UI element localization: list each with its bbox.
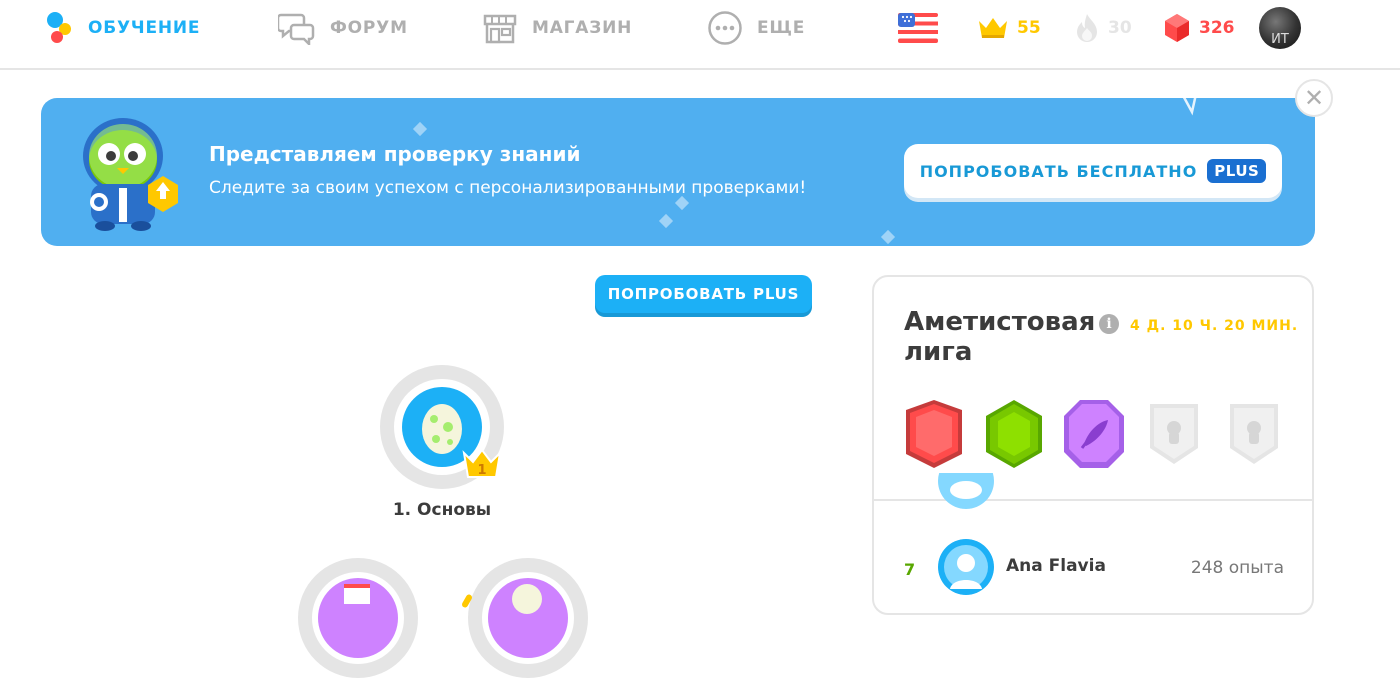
league-badge-ruby-icon: [906, 400, 962, 468]
try-free-label: ПОПРОБОВАТЬ БЕСПЛАТНО: [919, 161, 1198, 181]
chat-bubbles-icon: [278, 13, 315, 45]
leaderboard-rank: 7: [904, 560, 916, 579]
sparkle-decoration: [460, 593, 474, 609]
crowns-counter[interactable]: 55: [977, 12, 1041, 44]
leaderboard-avatar-partial: [938, 473, 994, 517]
try-plus-button[interactable]: ПОПРОБОВАТЬ PLUS: [595, 275, 812, 313]
nav-learn-label: ОБУЧЕНИЕ: [88, 18, 201, 38]
leaderboard-xp: 248 опыта: [1190, 558, 1284, 578]
ribbon-decoration-icon: [1178, 89, 1198, 116]
sparkle-decoration: [880, 229, 896, 245]
crown-level-icon: 1: [462, 448, 502, 478]
skill-basics[interactable]: 1: [380, 365, 504, 489]
league-badge-emerald-icon: [986, 400, 1042, 468]
promo-banner: Представляем проверку знаний Следите за …: [41, 98, 1315, 246]
sparkle-decoration: [658, 213, 674, 229]
more-dots-icon: [708, 11, 742, 45]
avatar-silhouette: [950, 481, 982, 499]
skill-icon: [344, 584, 370, 604]
nav-forum-label: ФОРУМ: [330, 18, 408, 38]
plus-badge: PLUS: [1207, 159, 1267, 183]
league-badge-amethyst-icon: [1064, 400, 1124, 468]
owl-mascot-icon: [83, 118, 178, 231]
try-plus-label: ПОПРОБОВАТЬ PLUS: [607, 285, 800, 303]
skill-next[interactable]: [298, 558, 418, 678]
avatar-initials: ИТ: [1271, 32, 1289, 47]
crown-level: 1: [477, 463, 486, 478]
skill-next[interactable]: [460, 558, 588, 678]
top-nav-bar: ОБУЧЕНИЕ ФОРУМ МАГАЗИН ЕЩЕ 55 30 326 ИТ: [0, 0, 1400, 70]
skill-label: 1. Основы: [392, 500, 492, 520]
gem-icon: [1165, 14, 1189, 42]
shop-icon: [483, 14, 517, 44]
banner-title: Представляем проверку знаний: [209, 142, 581, 166]
info-icon[interactable]: i: [1099, 314, 1119, 334]
sparkle-decoration: [412, 121, 428, 137]
crowns-count: 55: [1017, 18, 1041, 38]
streak-counter[interactable]: 30: [1074, 12, 1132, 44]
leaderboard-avatar[interactable]: [938, 539, 994, 595]
nav-learn[interactable]: ОБУЧЕНИЕ: [44, 0, 200, 56]
us-flag-icon: [898, 13, 938, 43]
flame-icon: [1077, 14, 1097, 42]
leaderboard-name[interactable]: Ana Flavia: [1006, 556, 1106, 576]
crown-icon: [979, 18, 1007, 38]
gems-count: 326: [1199, 18, 1235, 38]
try-free-plus-button[interactable]: ПОПРОБОВАТЬ БЕСПЛАТНО PLUS: [904, 144, 1282, 198]
nav-shop-label: МАГАЗИН: [532, 18, 633, 38]
nav-more-label: ЕЩЕ: [757, 18, 806, 38]
nav-more[interactable]: ЕЩЕ: [707, 0, 805, 56]
language-selector[interactable]: [898, 12, 938, 44]
banner-subtitle: Следите за своим успехом с персонализиро…: [209, 178, 807, 198]
learn-icon: [47, 12, 71, 43]
user-silhouette-icon: [938, 539, 994, 595]
close-icon: ✕: [1303, 84, 1325, 112]
league-title: Аметистовая лига: [904, 307, 1096, 367]
streak-count: 30: [1108, 18, 1132, 38]
profile-avatar[interactable]: ИТ: [1259, 7, 1301, 49]
nav-forum[interactable]: ФОРУМ: [278, 0, 408, 56]
gems-counter[interactable]: 326: [1163, 12, 1235, 44]
sparkle-decoration: [674, 195, 690, 211]
league-timer: 4 Д. 10 Ч. 20 МИН.: [1130, 318, 1299, 334]
close-banner-button[interactable]: ✕: [1295, 79, 1333, 117]
league-badge-locked-icon: [1230, 404, 1278, 464]
league-panel: Аметистовая лига i 4 Д. 10 Ч. 20 МИН. 7: [872, 275, 1314, 615]
league-badge-locked-icon: [1150, 404, 1198, 464]
nav-shop[interactable]: МАГАЗИН: [482, 0, 632, 56]
skill-icon: [512, 584, 542, 614]
